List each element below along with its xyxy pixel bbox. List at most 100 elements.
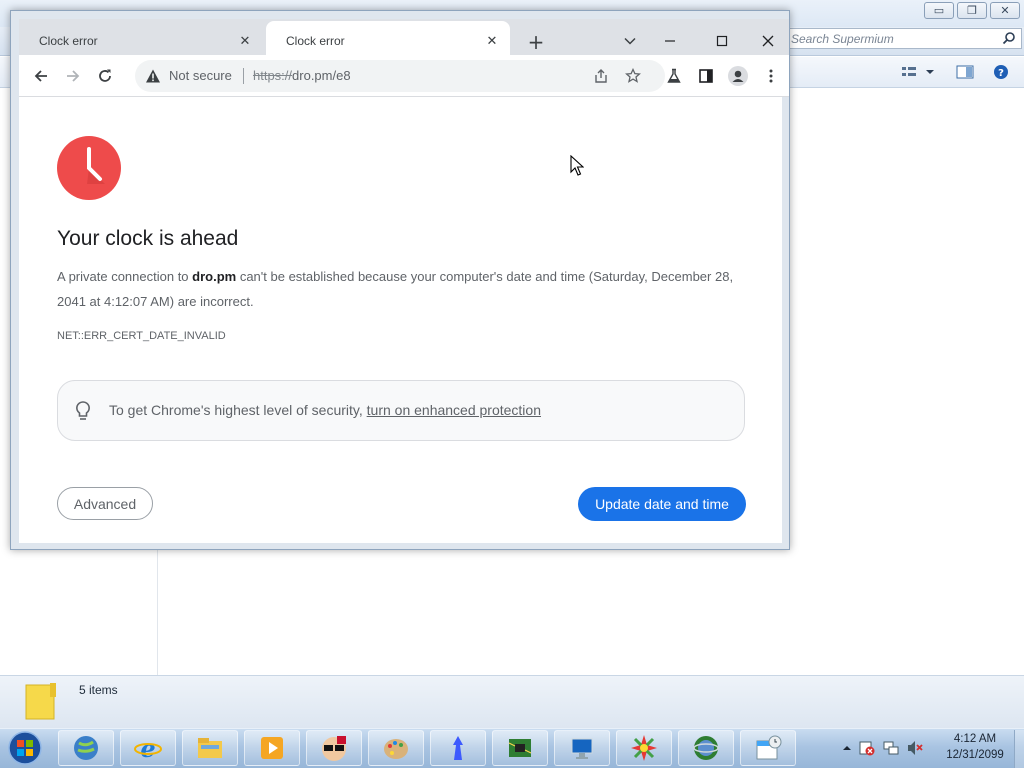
lightbulb-icon: [76, 401, 90, 420]
close-icon[interactable]: ✕: [484, 33, 500, 49]
maximize-button[interactable]: [705, 27, 739, 55]
minimize-icon: [665, 40, 675, 42]
folder-icon: [25, 683, 56, 720]
minimize-button[interactable]: [653, 27, 687, 55]
arrow-right-icon: [67, 70, 80, 82]
explorer-search-input[interactable]: Search Supermium: [786, 28, 1022, 49]
page-title: Your clock is ahead: [57, 227, 239, 250]
back-button[interactable]: [31, 66, 51, 86]
taskbar-app-2[interactable]: e: [120, 730, 176, 766]
show-desktop-button[interactable]: [1014, 730, 1024, 768]
taskbar-app-9[interactable]: [554, 730, 610, 766]
action-center-icon[interactable]: [858, 739, 876, 757]
paint-palette-icon: [384, 739, 408, 759]
advanced-button[interactable]: Advanced: [57, 487, 153, 520]
view-options-icon[interactable]: [900, 64, 918, 80]
internet-explorer-icon: e: [134, 734, 162, 763]
chevron-down-icon[interactable]: [924, 64, 936, 80]
warning-icon[interactable]: [145, 68, 161, 84]
calendar-clock-icon: [756, 735, 782, 760]
close-icon[interactable]: ✕: [237, 33, 253, 49]
green-globe-icon: [693, 736, 719, 760]
explorer-details-pane: [0, 675, 1024, 728]
reload-button[interactable]: [95, 66, 115, 86]
browser-toolbar: Not secure https://dro.pm/e8: [19, 55, 789, 97]
taskbar-app-8[interactable]: [492, 730, 548, 766]
close-window-button[interactable]: [751, 27, 785, 55]
url-host-path: dro.pm/e8: [292, 68, 351, 83]
explorer-search-placeholder: Search Supermium: [791, 31, 894, 46]
new-tab-button[interactable]: +: [525, 32, 547, 54]
tab-label: Clock error: [286, 34, 345, 48]
clock-time: 4:12 AM: [953, 733, 997, 745]
blue-figure-icon: [453, 736, 463, 760]
preview-pane-icon[interactable]: [956, 64, 974, 80]
more-vert-icon: [769, 69, 773, 83]
taskbar-app-10[interactable]: [616, 730, 672, 766]
star-icon[interactable]: [625, 68, 641, 84]
description-prefix: A private connection to: [57, 269, 193, 284]
tip-prefix: To get Chrome's highest level of securit…: [109, 402, 367, 418]
update-date-time-button[interactable]: Update date and time: [578, 487, 746, 521]
explorer-close-button[interactable]: ✕: [990, 2, 1020, 19]
address-bar[interactable]: Not secure https://dro.pm/e8: [135, 60, 665, 92]
svg-text:e: e: [140, 734, 155, 763]
omnibox-separator: [243, 68, 244, 84]
tip-text: To get Chrome's highest level of securit…: [109, 402, 541, 418]
taskbar-clock[interactable]: 4:12 AM 12/31/2099: [940, 731, 1010, 763]
host-name: dro.pm: [192, 269, 237, 284]
mouse-cursor-icon: [570, 155, 584, 176]
profile-avatar-icon: [728, 66, 748, 86]
side-panel-icon: [699, 69, 713, 83]
taskbar-app-11[interactable]: [678, 730, 734, 766]
labs-button[interactable]: [664, 66, 684, 86]
explorer-restore-button[interactable]: ❐: [957, 2, 987, 19]
media-player-icon: [261, 737, 283, 759]
taskbar-app-4[interactable]: [244, 730, 300, 766]
explorer-window-controls: ▭ ❐ ✕: [924, 2, 1020, 19]
globe-icon: [74, 736, 98, 760]
monitor-icon: [571, 738, 593, 759]
cartoon-face-icon: [322, 736, 346, 761]
menu-button[interactable]: [761, 66, 781, 86]
explorer-minimize-button[interactable]: ▭: [924, 2, 954, 19]
error-description: A private connection to dro.pm can't be …: [57, 264, 737, 314]
url-text[interactable]: https://dro.pm/e8: [253, 68, 351, 83]
share-icon[interactable]: [593, 68, 609, 84]
enhanced-protection-tip: To get Chrome's highest level of securit…: [57, 380, 745, 441]
error-code[interactable]: NET::ERR_CERT_DATE_INVALID: [57, 330, 226, 342]
taskbar-app-12[interactable]: [740, 730, 796, 766]
taskbar-app-5[interactable]: [306, 730, 362, 766]
help-icon[interactable]: ?: [992, 64, 1010, 80]
side-panel-button[interactable]: [696, 66, 716, 86]
clock-date: 12/31/2099: [946, 749, 1004, 761]
tray-expand-icon[interactable]: [842, 743, 852, 753]
security-status[interactable]: Not secure: [169, 68, 232, 83]
svg-text:?: ?: [998, 68, 1004, 79]
taskbar-app-1[interactable]: [58, 730, 114, 766]
taskbar-app-3[interactable]: [182, 730, 238, 766]
enhanced-protection-link[interactable]: turn on enhanced protection: [367, 402, 541, 418]
tab-search-button[interactable]: [613, 27, 647, 55]
close-icon: [762, 35, 774, 47]
clock-icon: [57, 136, 121, 200]
arrow-left-icon: [34, 70, 47, 82]
page-content: Your clock is ahead A private connection…: [19, 97, 782, 543]
start-button[interactable]: [3, 730, 47, 766]
network-icon[interactable]: [882, 739, 900, 757]
browser-window: Clock error ✕ Clock error ✕ + Not secure…: [10, 10, 790, 550]
forward-button[interactable]: [63, 66, 83, 86]
colorful-burst-icon: [631, 735, 657, 761]
search-icon[interactable]: [1002, 31, 1016, 45]
maximize-icon: [716, 35, 728, 47]
profile-button[interactable]: [728, 66, 748, 86]
reload-icon: [99, 69, 111, 82]
taskbar-app-7[interactable]: [430, 730, 486, 766]
url-scheme: https://: [253, 68, 293, 83]
tab-label: Clock error: [39, 34, 98, 48]
volume-muted-icon[interactable]: [906, 739, 924, 757]
taskbar-app-6[interactable]: [368, 730, 424, 766]
system-tray: [842, 736, 924, 760]
item-count-label: 5 items: [79, 683, 118, 697]
file-explorer-icon: [198, 738, 222, 758]
